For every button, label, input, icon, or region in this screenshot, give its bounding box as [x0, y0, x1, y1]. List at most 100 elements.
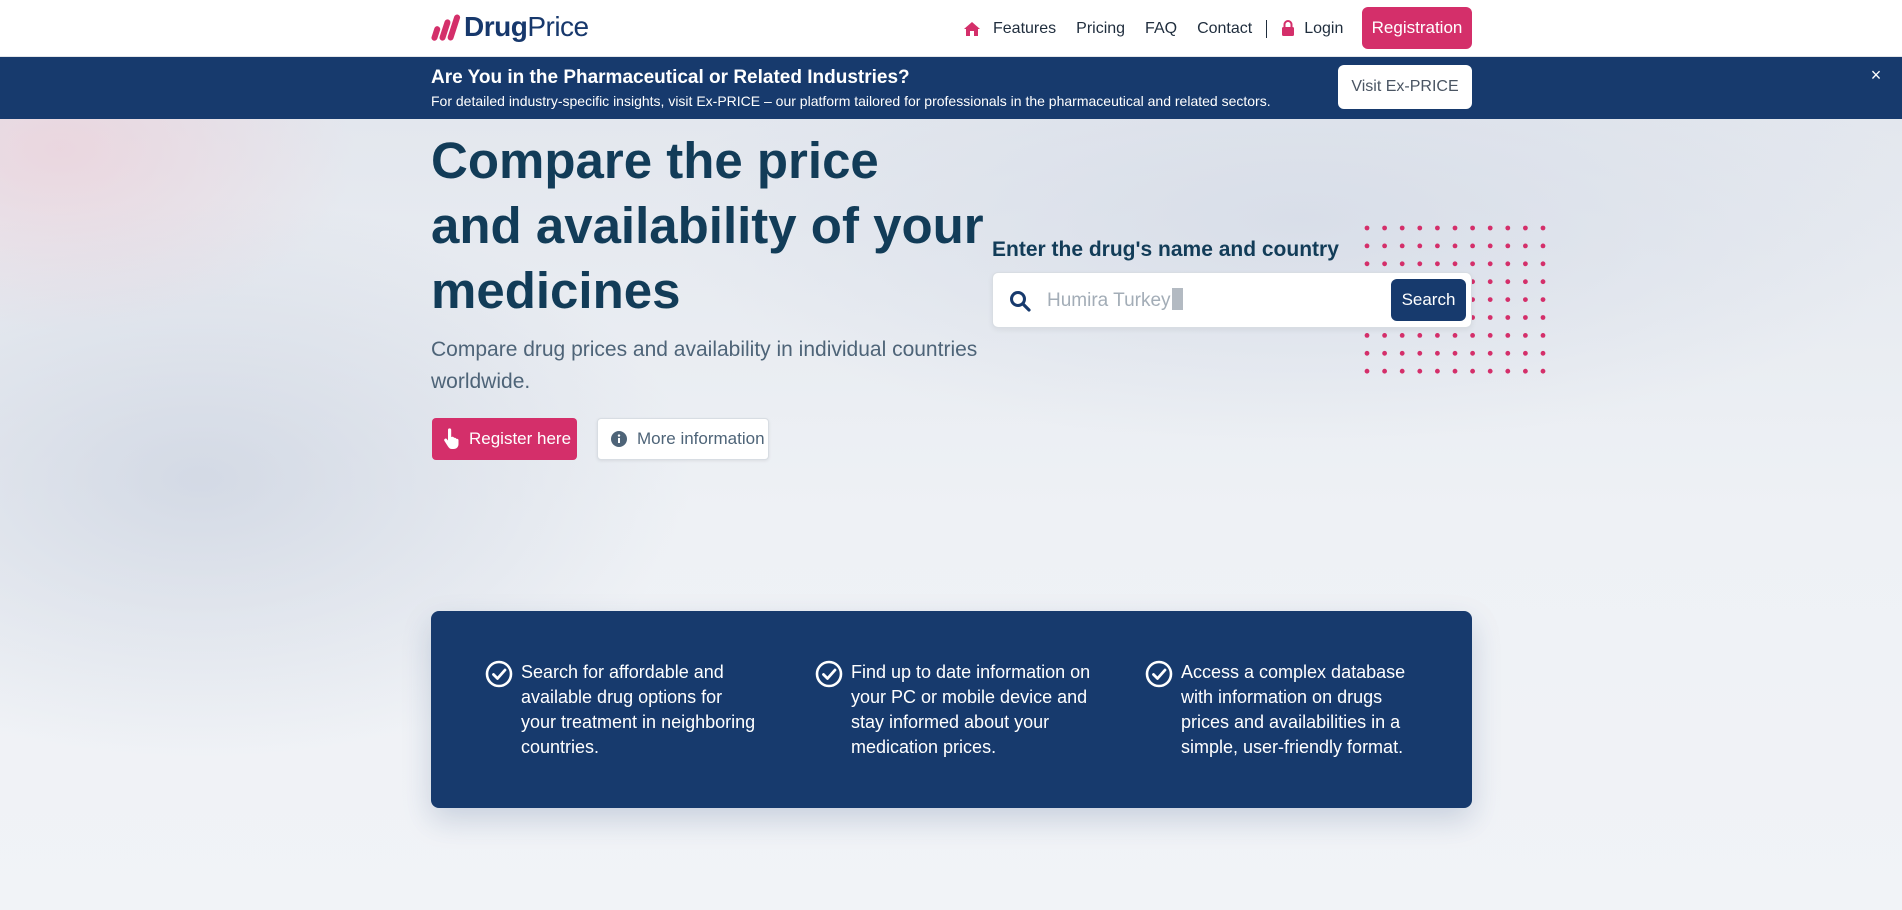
banner-text: For detailed industry-specific insights,… — [431, 93, 1271, 109]
decorative-dot — [1399, 243, 1405, 249]
hero-title-line: and availability of your — [431, 197, 984, 254]
decorative-dot — [1417, 243, 1423, 249]
decorative-dot — [1470, 350, 1475, 356]
decorative-dot — [1470, 261, 1475, 267]
decorative-dot — [1364, 333, 1370, 338]
decorative-dot — [1505, 279, 1511, 285]
nav-link-login[interactable]: Login — [1304, 20, 1343, 38]
nav-links: Features Pricing FAQ Contact Login — [963, 0, 1363, 57]
decorative-dot — [1523, 225, 1528, 231]
decorative-dot — [1505, 315, 1511, 320]
logo-text-drug: Drug — [464, 11, 528, 42]
decorative-dot — [1523, 279, 1528, 285]
decorative-dot — [1417, 225, 1423, 231]
decorative-dot — [1487, 243, 1493, 249]
decorative-dot — [1540, 315, 1546, 320]
decorative-dot — [1382, 368, 1387, 374]
decorative-dot — [1540, 368, 1546, 374]
feature-item: Find up to date information on your PC o… — [815, 660, 1095, 760]
decorative-dot — [1505, 225, 1511, 231]
decorative-dot — [1505, 333, 1511, 338]
decorative-dot — [1505, 261, 1511, 267]
decorative-dot — [1452, 368, 1458, 374]
decorative-dot — [1399, 261, 1405, 267]
decorative-dot — [1452, 225, 1458, 231]
decorative-dot — [1523, 243, 1528, 249]
search-input-text: Humira Turkey — [1047, 290, 1171, 311]
decorative-dot — [1487, 315, 1493, 320]
decorative-dot — [1364, 243, 1370, 249]
search-icon — [1010, 291, 1031, 312]
decorative-dot — [1487, 279, 1493, 285]
decorative-dot — [1399, 333, 1405, 338]
decorative-dot — [1540, 225, 1546, 231]
decorative-dot — [1435, 368, 1440, 374]
top-navbar: DrugPrice Features Pricing FAQ Contact L… — [0, 0, 1902, 57]
nav-separator — [1266, 19, 1268, 38]
decorative-dot — [1364, 261, 1370, 267]
nav-link-features[interactable]: Features — [993, 20, 1056, 38]
decorative-dot — [1487, 225, 1493, 231]
decorative-dot — [1399, 225, 1405, 231]
industry-banner: Are You in the Pharmaceutical or Related… — [0, 57, 1902, 119]
hero-title-line: medicines — [431, 262, 681, 319]
nav-link-faq[interactable]: FAQ — [1145, 20, 1177, 38]
decorative-dot — [1470, 243, 1475, 249]
banner-title: Are You in the Pharmaceutical or Related… — [431, 67, 910, 88]
nav-link-pricing[interactable]: Pricing — [1076, 20, 1125, 38]
decorative-dot — [1505, 243, 1511, 249]
register-here-button[interactable]: Register here — [432, 418, 577, 460]
nav-link-contact[interactable]: Contact — [1197, 20, 1252, 38]
features-panel: Search for affordable and available drug… — [431, 611, 1472, 808]
logo-text: DrugPrice — [464, 12, 589, 42]
decorative-dot — [1540, 297, 1546, 302]
feature-item: Access a complex database with informati… — [1145, 660, 1425, 760]
decorative-dot — [1382, 333, 1387, 338]
search-label: Enter the drug's name and country — [992, 238, 1339, 261]
decorative-dot — [1523, 315, 1528, 320]
registration-button[interactable]: Registration — [1362, 7, 1472, 49]
close-icon[interactable]: × — [1868, 66, 1884, 84]
search-box: Humira Turkey Search — [992, 272, 1472, 328]
decorative-dot — [1523, 368, 1528, 374]
feature-item: Search for affordable and available drug… — [485, 660, 765, 760]
decorative-dot — [1470, 225, 1475, 231]
decorative-dot — [1435, 225, 1440, 231]
decorative-dot — [1487, 350, 1493, 356]
decorative-dot — [1435, 243, 1440, 249]
search-input[interactable]: Humira Turkey — [1047, 286, 1247, 316]
decorative-dot — [1399, 368, 1405, 374]
decorative-dot — [1435, 350, 1440, 356]
decorative-dot — [1417, 333, 1423, 338]
hero-subtitle: Compare drug prices and availability in … — [431, 338, 978, 393]
visit-ex-price-button[interactable]: Visit Ex-PRICE — [1338, 65, 1472, 109]
decorative-dot — [1364, 225, 1370, 231]
decorative-dot — [1417, 350, 1423, 356]
decorative-dot — [1523, 350, 1528, 356]
decorative-dot — [1382, 261, 1387, 267]
register-here-label: Register here — [469, 429, 572, 448]
feature-text: Access a complex database with informati… — [1181, 662, 1406, 757]
decorative-dot — [1470, 333, 1475, 338]
logo[interactable]: DrugPrice — [431, 12, 589, 42]
decorative-dot — [1540, 261, 1546, 267]
more-information-button[interactable]: More information — [597, 418, 769, 460]
check-circle-icon — [1145, 660, 1173, 688]
decorative-dot — [1382, 225, 1387, 231]
hero-title-line: Compare the price — [431, 132, 879, 189]
check-circle-icon — [815, 660, 843, 688]
decorative-dot — [1523, 333, 1528, 338]
decorative-dot — [1487, 368, 1493, 374]
lock-icon — [1282, 20, 1295, 36]
search-button[interactable]: Search — [1391, 279, 1466, 321]
logo-mark-icon — [431, 14, 461, 41]
decorative-dot — [1487, 333, 1493, 338]
decorative-dot — [1382, 243, 1387, 249]
decorative-dot — [1523, 261, 1528, 267]
decorative-dot — [1452, 350, 1458, 356]
decorative-dot — [1540, 279, 1546, 285]
home-icon[interactable] — [963, 21, 981, 37]
feature-text: Search for affordable and available drug… — [521, 662, 756, 757]
hand-pointer-icon — [444, 428, 459, 449]
decorative-dot — [1505, 350, 1511, 356]
